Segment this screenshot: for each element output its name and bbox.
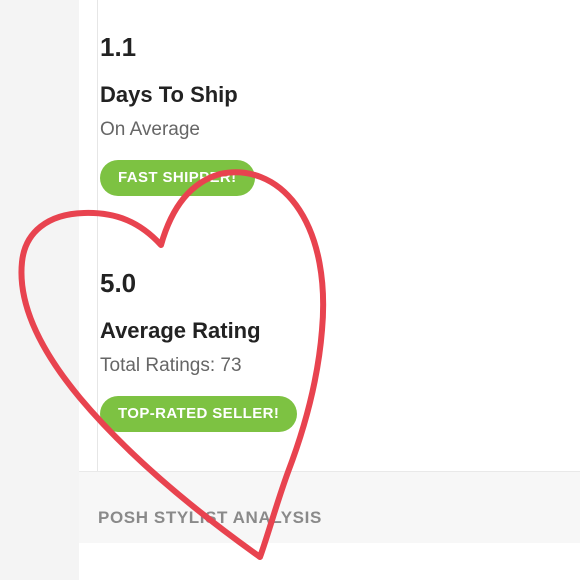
rating-label: Average Rating: [100, 318, 261, 343]
ship-days-label: Days To Ship: [100, 82, 238, 107]
rating-stat: 5.0 Average Rating Total Ratings: 73 TOP…: [100, 268, 298, 432]
rating-count: Total Ratings: 73: [100, 355, 242, 376]
shipping-stat: 1.1 Days To Ship On Average FAST SHIPPER…: [100, 32, 255, 196]
rating-value: 5.0: [100, 268, 137, 298]
fast-shipper-badge: FAST SHIPPER!: [100, 160, 255, 196]
posh-stylist-analysis-heading[interactable]: POSH STYLIST ANALYSIS: [98, 508, 322, 528]
top-rated-seller-badge: TOP-RATED SELLER!: [100, 396, 298, 432]
ship-days-value: 1.1: [100, 32, 137, 62]
seller-stats-page: 1.1 Days To Ship On Average FAST SHIPPER…: [0, 0, 580, 580]
left-gutter: [0, 0, 79, 580]
panel-divider: [97, 0, 98, 471]
bottom-area: [79, 543, 580, 580]
ship-days-sub: On Average: [100, 119, 201, 140]
